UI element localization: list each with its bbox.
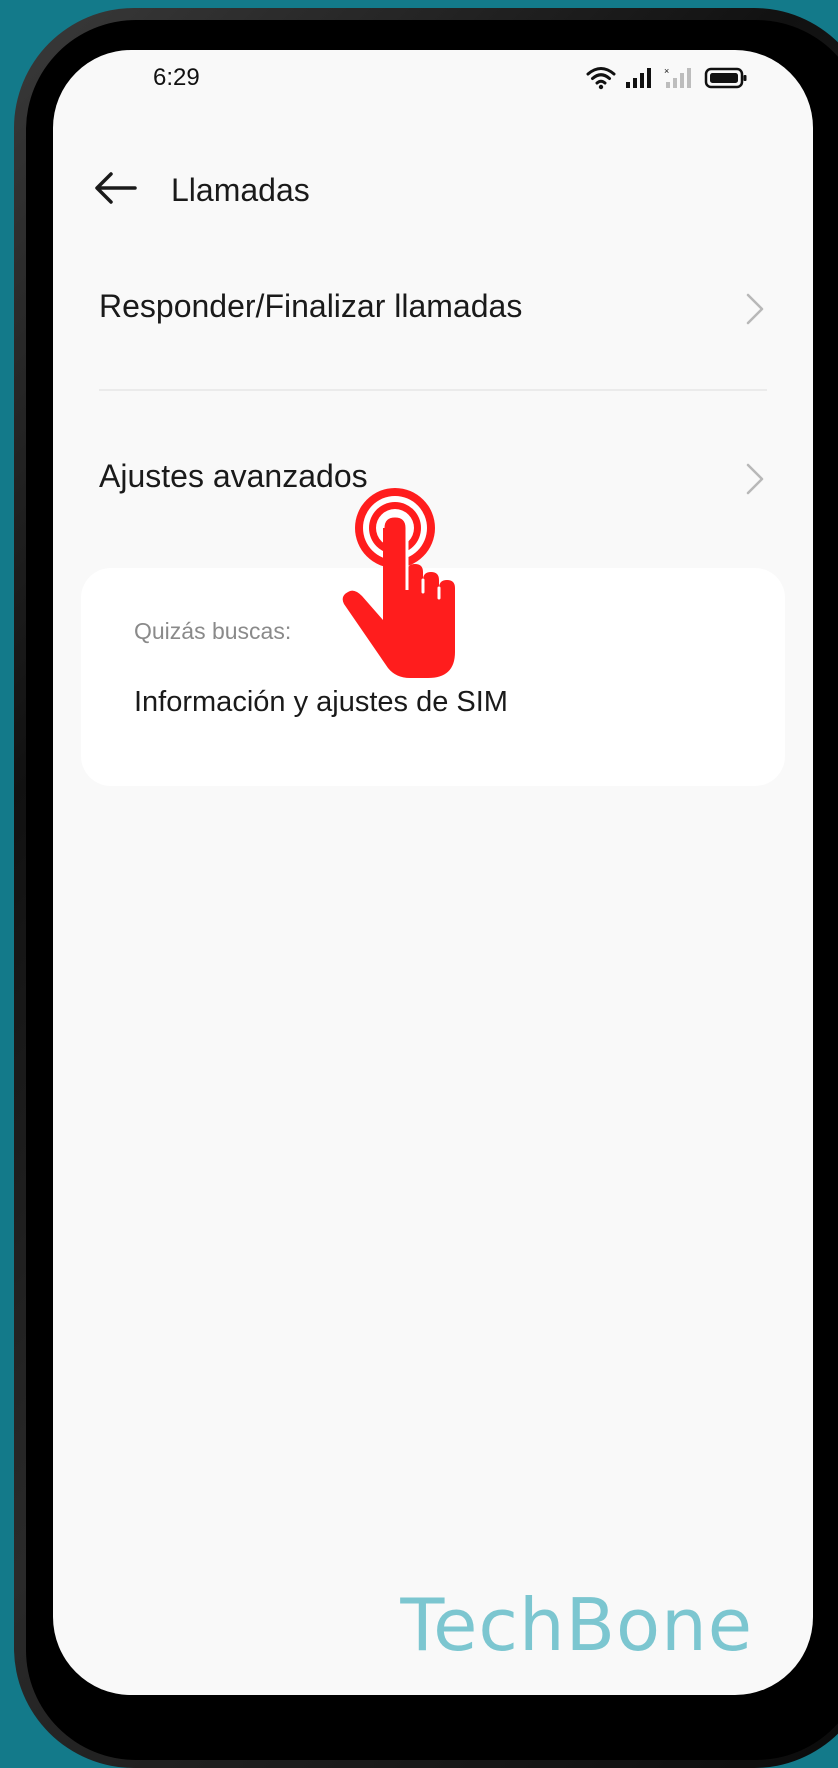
chevron-right-icon: [746, 463, 764, 495]
signal-no-sim-icon: ×: [664, 66, 691, 88]
app-header: Llamadas: [53, 150, 813, 230]
phone-screen: 6:29 × Llamadas Responder/Finalizar llam…: [53, 50, 813, 1695]
chevron-right-icon: [746, 293, 764, 325]
battery-icon: [704, 67, 747, 89]
techbone-watermark: TechBone: [400, 1583, 753, 1667]
signal-icon: [626, 68, 651, 88]
suggestion-item-sim[interactable]: Información y ajustes de SIM: [134, 686, 508, 719]
menu-item-label: Ajustes avanzados: [99, 458, 368, 494]
status-time: 6:29: [153, 64, 200, 91]
arrow-left-icon: [95, 172, 137, 204]
suggestions-heading: Quizás buscas:: [134, 618, 292, 644]
divider: [99, 389, 767, 391]
suggestions-card: Quizás buscas: Información y ajustes de …: [81, 568, 785, 786]
back-button[interactable]: [93, 168, 139, 208]
page-title: Llamadas: [171, 172, 310, 208]
menu-item-responder-finalizar[interactable]: Responder/Finalizar llamadas: [53, 258, 813, 358]
status-icons: ×: [586, 66, 748, 90]
wifi-icon: [586, 67, 616, 90]
menu-item-label: Responder/Finalizar llamadas: [99, 288, 523, 324]
status-bar: 6:29 ×: [53, 50, 813, 110]
svg-text:×: ×: [664, 66, 669, 76]
menu-item-ajustes-avanzados[interactable]: Ajustes avanzados: [53, 428, 813, 528]
